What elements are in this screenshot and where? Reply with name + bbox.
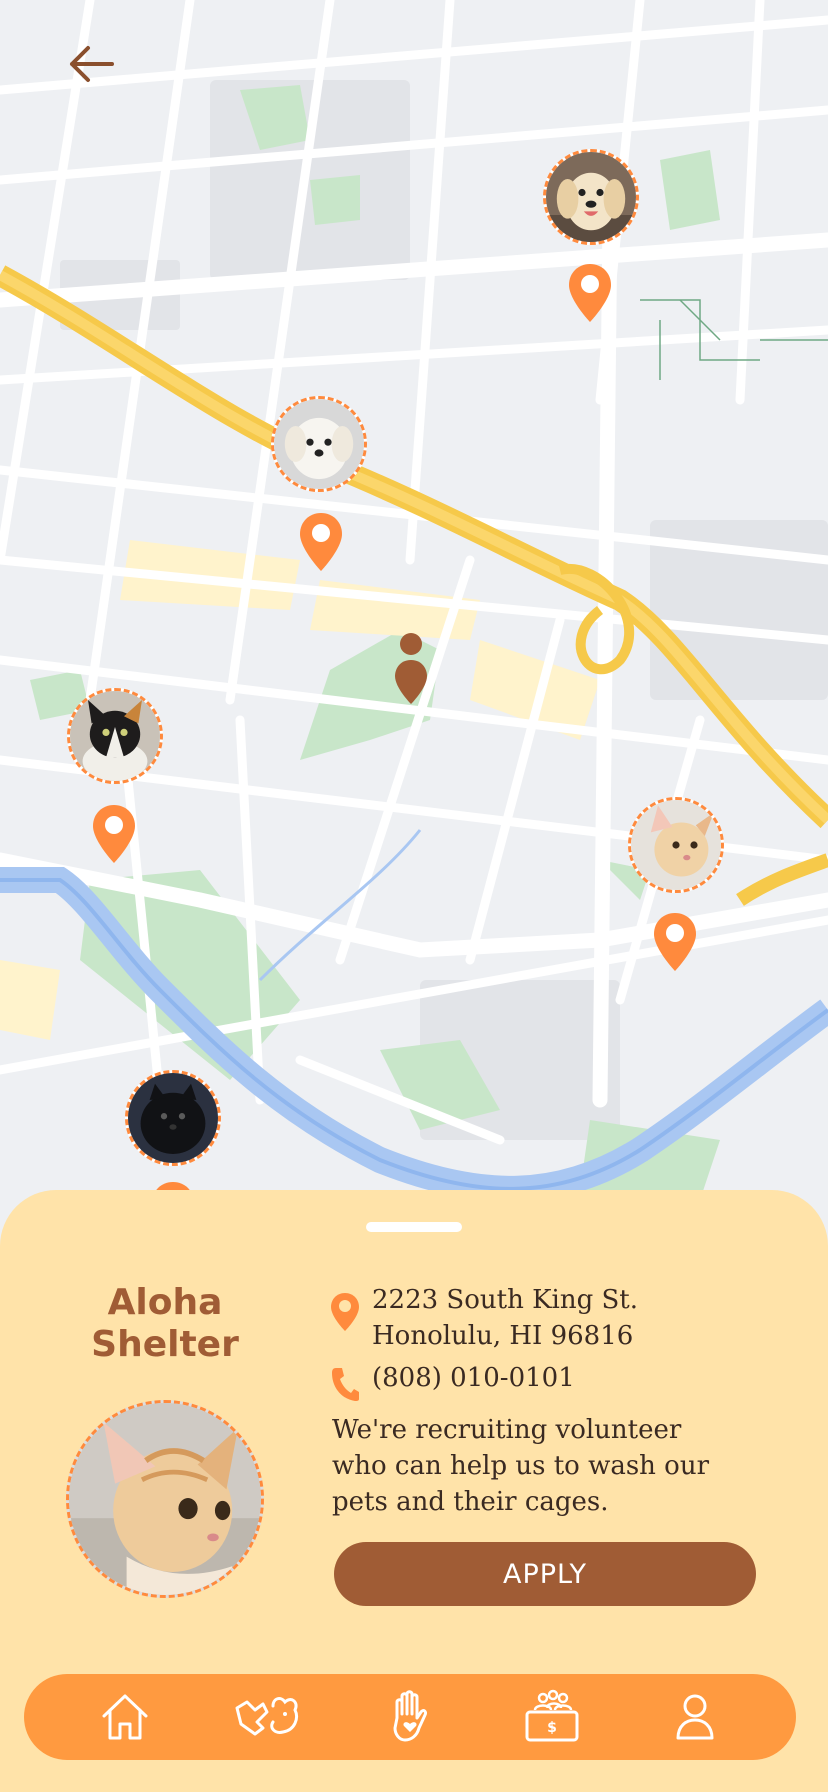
home-icon [102, 1694, 148, 1740]
address-line-1: 2223 South King St. [372, 1285, 639, 1315]
shelter-phone[interactable]: (808) 010-0101 [372, 1360, 575, 1396]
apply-button[interactable]: APPLY [334, 1542, 756, 1606]
calico-kitten-photo [70, 691, 160, 781]
pet-avatar-maltese[interactable] [271, 396, 367, 492]
shelter-name: Aloha Shelter [91, 1282, 239, 1365]
map-pin-maltese[interactable] [298, 511, 344, 573]
location-pin-icon [569, 264, 611, 322]
arrow-left-icon [70, 46, 114, 82]
pet-avatar-calico-kitten[interactable] [67, 688, 163, 784]
shelter-cat-photo [69, 1403, 261, 1595]
location-pin-icon [93, 805, 135, 863]
phone-icon [332, 1368, 359, 1401]
pet-care-icon [235, 1697, 298, 1736]
pet-avatar-black-pomeranian[interactable] [125, 1070, 221, 1166]
nav-home[interactable] [90, 1682, 160, 1752]
pet-avatar-dog[interactable] [543, 149, 639, 245]
svg-text:$: $ [547, 1720, 557, 1736]
bottom-nav: $ [24, 1674, 796, 1760]
shelter-photo [66, 1400, 264, 1598]
map-base [0, 0, 828, 1220]
location-pin-icon [300, 513, 342, 571]
user-location-icon [395, 633, 427, 704]
profile-icon [676, 1694, 714, 1740]
map-view[interactable] [0, 0, 828, 1220]
back-button[interactable] [62, 40, 118, 88]
shelter-description: We're recruiting volunteer who can help … [332, 1415, 709, 1517]
map-pin-calico-kitten[interactable] [91, 803, 137, 865]
maltese-photo [274, 399, 364, 489]
location-pin-icon [654, 913, 696, 971]
tabby-cat-photo [631, 800, 721, 890]
volunteer-hand-icon [393, 1690, 427, 1742]
black-pomeranian-photo [128, 1073, 218, 1163]
shelter-address: 2223 South King St. Honolulu, HI 96816 [372, 1282, 638, 1354]
nav-profile[interactable] [660, 1682, 730, 1752]
sheet-drag-handle[interactable] [366, 1222, 462, 1232]
nav-donate[interactable]: $ [517, 1682, 587, 1752]
map-pin-tabby-cat[interactable] [652, 911, 698, 973]
map-pin-dog[interactable] [567, 262, 613, 324]
nav-volunteer[interactable] [375, 1682, 445, 1752]
nav-pet-care[interactable] [233, 1682, 303, 1752]
pet-avatar-tabby-cat[interactable] [628, 797, 724, 893]
address-line-2: Honolulu, HI 96816 [372, 1321, 634, 1351]
dog-photo [546, 152, 636, 242]
donate-icon: $ [525, 1689, 579, 1742]
location-pin-icon [331, 1293, 359, 1331]
